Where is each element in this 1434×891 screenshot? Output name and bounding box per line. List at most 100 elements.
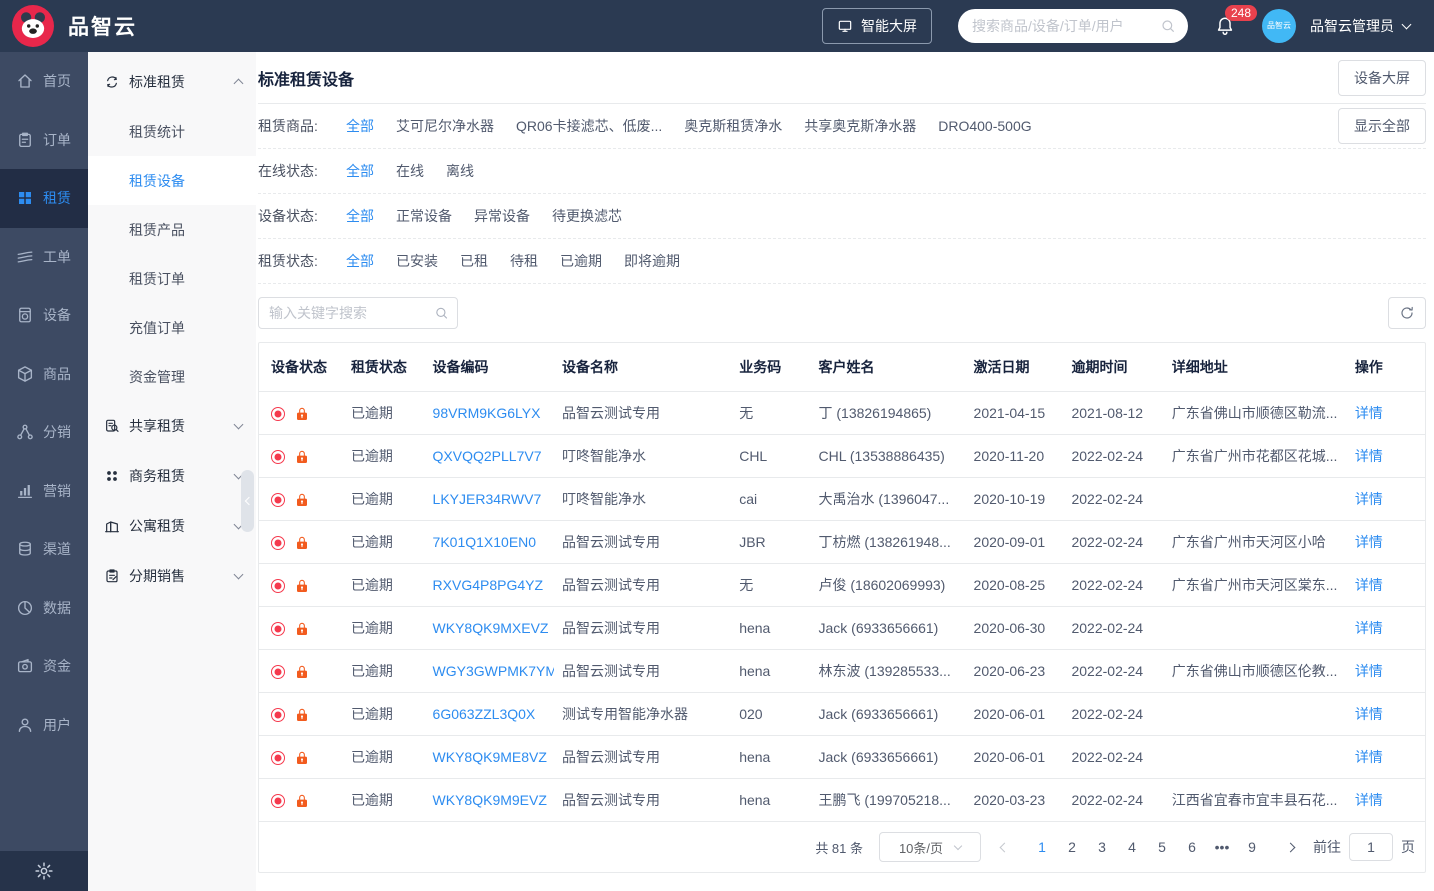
settings-button[interactable]: [0, 851, 88, 891]
global-search-input[interactable]: [958, 9, 1188, 43]
lock-icon: [294, 492, 310, 508]
sidebar-item-order[interactable]: 订单: [0, 111, 88, 170]
submenu-collapse-handle[interactable]: [241, 470, 254, 532]
detail-link[interactable]: 详情: [1355, 792, 1383, 808]
page-ellipsis[interactable]: •••: [1207, 833, 1237, 861]
device-code-link[interactable]: 6G063ZZL3Q0X: [433, 706, 536, 722]
page-number-9[interactable]: 9: [1237, 833, 1267, 861]
sidebar-item-channel[interactable]: 渠道: [0, 520, 88, 579]
detail-link[interactable]: 详情: [1355, 448, 1383, 464]
search-icon[interactable]: [434, 306, 449, 321]
sidebar-item-data[interactable]: 数据: [0, 579, 88, 638]
device-code-link[interactable]: RXVG4P8PG4YZ: [433, 577, 544, 593]
sidebar-item-funds[interactable]: 资金: [0, 637, 88, 696]
cell-overdue-date: 2022-02-24: [1063, 735, 1164, 779]
device-code-link[interactable]: 98VRM9KG6LYX: [433, 405, 541, 421]
page-number-5[interactable]: 5: [1147, 833, 1177, 861]
filter-option[interactable]: 在线: [396, 161, 424, 181]
table-row: 已逾期 7K01Q1X10EN0 品智云测试专用 JBR 丁枋燃 (138261948.…: [259, 520, 1425, 564]
filter-option[interactable]: 已租: [460, 251, 488, 271]
detail-link[interactable]: 详情: [1355, 706, 1383, 722]
cell-overdue-date: 2022-02-24: [1063, 649, 1164, 693]
status-dot-icon: [271, 664, 285, 679]
filter-row-product: 租赁商品: 全部 艾可尼尔净水器 QR06卡接滤芯、低废... 奥克斯租赁净水 共享奥克斯…: [258, 104, 1426, 149]
filter-option[interactable]: 全部: [346, 206, 374, 226]
submenu-item-lease-stats[interactable]: 租赁统计: [88, 107, 256, 156]
sidebar-item-device[interactable]: 设备: [0, 286, 88, 345]
filter-option[interactable]: QR06卡接滤芯、低废...: [516, 116, 662, 136]
submenu-section-share-lease[interactable]: 共享租赁: [88, 401, 256, 451]
page-number-1[interactable]: 1: [1027, 833, 1057, 861]
detail-link[interactable]: 详情: [1355, 405, 1383, 421]
cell-lease-status: 已逾期: [342, 391, 425, 435]
device-code-link[interactable]: WKY8QK9M9EVZ: [433, 792, 547, 808]
submenu-section-installment-sale[interactable]: 分期销售: [88, 551, 256, 601]
next-page-button[interactable]: [1277, 833, 1303, 861]
submenu-section-apartment-lease[interactable]: 公寓租赁: [88, 501, 256, 551]
page-number-2[interactable]: 2: [1057, 833, 1087, 861]
page-number-4[interactable]: 4: [1117, 833, 1147, 861]
previous-page-button[interactable]: [991, 833, 1017, 861]
sidebar-item-home[interactable]: 首页: [0, 52, 88, 111]
sidebar-item-distribution[interactable]: 分销: [0, 403, 88, 462]
page-number-3[interactable]: 3: [1087, 833, 1117, 861]
submenu-item-funds-management[interactable]: 资金管理: [88, 352, 256, 401]
detail-link[interactable]: 详情: [1355, 620, 1383, 636]
sidebar-item-label: 营销: [43, 482, 71, 499]
filter-option[interactable]: 已逾期: [560, 251, 602, 271]
filter-option[interactable]: 正常设备: [396, 206, 452, 226]
detail-link[interactable]: 详情: [1355, 534, 1383, 550]
detail-link[interactable]: 详情: [1355, 491, 1383, 507]
filter-option[interactable]: DRO400-500G: [938, 118, 1031, 134]
cell-address: 广东省广州市天河区小哈: [1163, 520, 1347, 564]
sidebar-item-label: 订单: [43, 131, 71, 148]
sidebar-item-lease[interactable]: 租赁: [0, 169, 88, 228]
device-code-link[interactable]: WGY3GWPMK7YM: [433, 663, 554, 679]
filter-option[interactable]: 已安装: [396, 251, 438, 271]
user-menu[interactable]: 品智云管理员: [1310, 16, 1412, 36]
detail-link[interactable]: 详情: [1355, 749, 1383, 765]
keyword-search-input[interactable]: [258, 297, 458, 329]
detail-link[interactable]: 详情: [1355, 663, 1383, 679]
filter-option[interactable]: 艾可尼尔净水器: [396, 116, 494, 136]
goto-page-input[interactable]: [1349, 833, 1393, 861]
filter-option[interactable]: 全部: [346, 116, 374, 136]
user-avatar[interactable]: 品智云: [1262, 9, 1296, 43]
submenu-section-standard-lease[interactable]: 标准租赁: [88, 57, 256, 107]
page-size-select[interactable]: 10条/页: [879, 832, 981, 862]
sidebar-item-goods[interactable]: 商品: [0, 345, 88, 404]
submenu-item-recharge-orders[interactable]: 充值订单: [88, 303, 256, 352]
detail-link[interactable]: 详情: [1355, 577, 1383, 593]
lock-icon: [294, 535, 310, 551]
sidebar-item-users[interactable]: 用户: [0, 696, 88, 755]
device-code-link[interactable]: QXVQQ2PLL7V7: [433, 448, 542, 464]
filter-option[interactable]: 全部: [346, 251, 374, 271]
sidebar-item-marketing[interactable]: 营销: [0, 462, 88, 521]
device-code-link[interactable]: WKY8QK9ME8VZ: [433, 749, 547, 765]
submenu-item-lease-products[interactable]: 租赁产品: [88, 205, 256, 254]
notification-bell-button[interactable]: 248: [1214, 5, 1258, 37]
cell-lease-status: 已逾期: [342, 649, 425, 693]
submenu-item-lease-orders[interactable]: 租赁订单: [88, 254, 256, 303]
filter-option[interactable]: 共享奥克斯净水器: [804, 116, 916, 136]
filter-option[interactable]: 全部: [346, 161, 374, 181]
device-code-link[interactable]: WKY8QK9MXEVZ: [433, 620, 549, 636]
filter-option[interactable]: 待更换滤芯: [552, 206, 622, 226]
filter-option[interactable]: 待租: [510, 251, 538, 271]
refresh-button[interactable]: [1388, 297, 1426, 329]
filter-option[interactable]: 离线: [446, 161, 474, 181]
filter-option[interactable]: 异常设备: [474, 206, 530, 226]
device-code-link[interactable]: 7K01Q1X10EN0: [433, 534, 537, 550]
page-number-6[interactable]: 6: [1177, 833, 1207, 861]
device-code-link[interactable]: LKYJER34RWV7: [433, 491, 542, 507]
show-all-button[interactable]: 显示全部: [1338, 108, 1426, 144]
smart-screen-button[interactable]: 智能大屏: [822, 8, 932, 44]
device-screen-button[interactable]: 设备大屏: [1338, 59, 1426, 96]
submenu-item-lease-devices[interactable]: 租赁设备: [88, 156, 256, 205]
filter-option[interactable]: 即将逾期: [624, 251, 680, 271]
sidebar-item-workorder[interactable]: 工单: [0, 228, 88, 287]
search-icon[interactable]: [1160, 18, 1176, 34]
submenu-section-business-lease[interactable]: 商务租赁: [88, 451, 256, 501]
filter-option[interactable]: 奥克斯租赁净水: [684, 116, 782, 136]
marketing-icon: [16, 482, 34, 500]
